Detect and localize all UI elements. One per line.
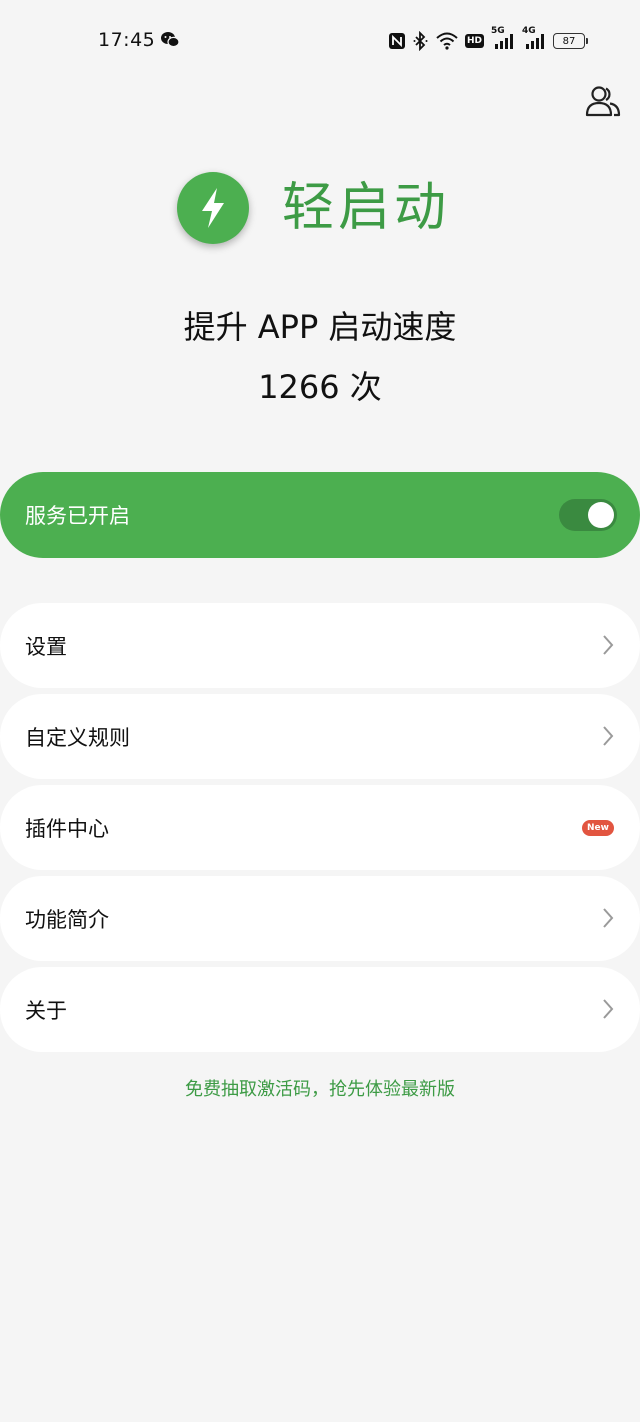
chevron-right-icon (603, 635, 614, 655)
menu-item-label: 插件中心 (25, 817, 109, 841)
menu-item-label: 设置 (25, 635, 67, 659)
hd-icon: HD (465, 34, 485, 48)
wifi-icon (436, 32, 458, 50)
nfc-icon (388, 32, 406, 50)
status-time: 17:45 (98, 29, 156, 51)
menu-item-label: 功能简介 (25, 908, 109, 932)
toggle-knob (588, 502, 614, 528)
app-name: 轻启动 (282, 178, 451, 238)
bluetooth-icon (413, 31, 429, 51)
service-toggle[interactable] (559, 499, 617, 531)
promo-link[interactable]: 免费抽取激活码，抢先体验最新版 (0, 1075, 640, 1101)
signal-5g-icon: 5G (491, 26, 515, 50)
launch-count: 1266 次 (258, 368, 382, 406)
menu-item-plugin-center[interactable]: 插件中心 New (0, 785, 640, 870)
wechat-icon (161, 32, 180, 48)
menu-item-custom-rules[interactable]: 自定义规则 (0, 694, 640, 779)
chevron-right-icon (603, 999, 614, 1019)
chevron-right-icon (603, 908, 614, 928)
menu-list: 设置 自定义规则 插件中心 New 功能简介 关于 (0, 603, 640, 1058)
status-bar: 17:45 HD 5G 4G 87 (0, 0, 640, 82)
app-logo (177, 172, 249, 244)
status-icons: HD 5G 4G 87 (388, 26, 592, 52)
menu-item-label: 自定义规则 (25, 726, 130, 750)
new-badge: New (582, 820, 614, 836)
menu-item-label: 关于 (25, 999, 67, 1023)
battery-icon: 87 (553, 33, 589, 49)
menu-item-about[interactable]: 关于 (0, 967, 640, 1052)
menu-item-settings[interactable]: 设置 (0, 603, 640, 688)
service-status-label: 服务已开启 (25, 504, 130, 528)
chevron-right-icon (603, 726, 614, 746)
signal-4g-icon: 4G (522, 26, 546, 50)
brand-header: 轻启动 (0, 170, 640, 250)
battery-level: 87 (562, 35, 576, 47)
people-icon[interactable] (584, 82, 622, 120)
network-4g-label: 4G (522, 26, 536, 36)
menu-item-features[interactable]: 功能简介 (0, 876, 640, 961)
network-5g-label: 5G (491, 26, 505, 36)
service-status-card[interactable]: 服务已开启 (0, 472, 640, 558)
tagline: 提升 APP 启动速度 (183, 308, 457, 346)
lightning-icon (202, 188, 224, 228)
